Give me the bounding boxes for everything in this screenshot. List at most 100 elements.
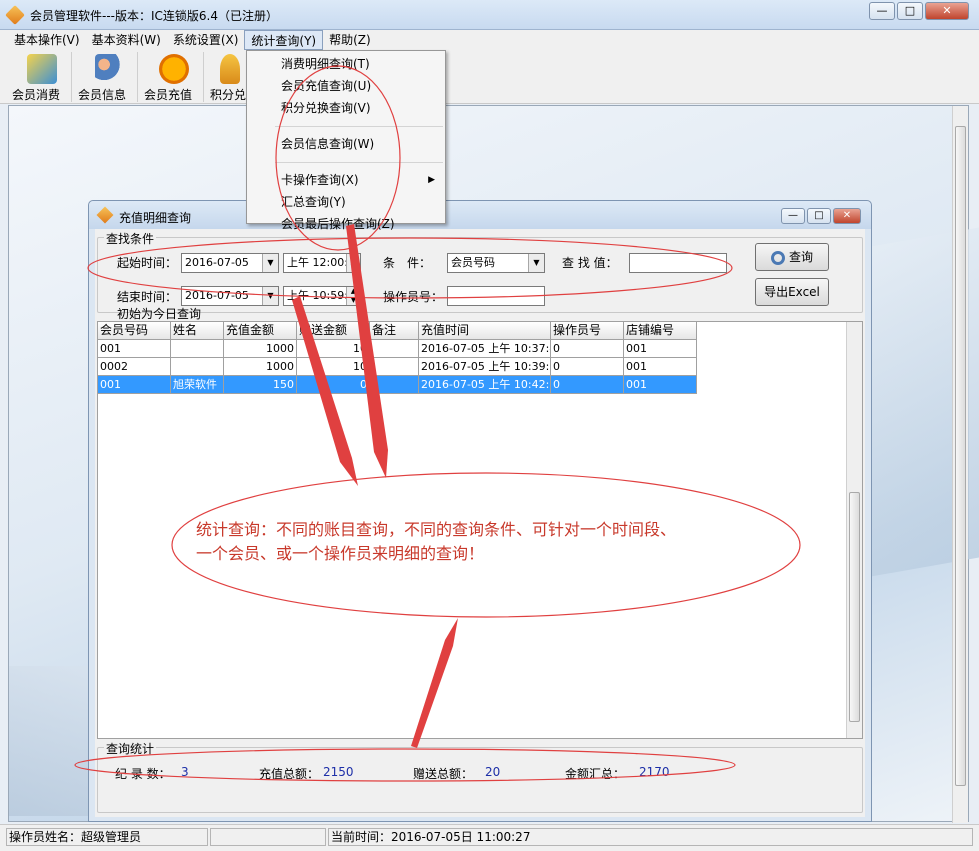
start-time-stepper[interactable]: 上午 12:00: ▲ ▼ (283, 253, 361, 273)
menu-item-consume-detail[interactable]: 消费明细查询(T) (247, 53, 445, 75)
cell (370, 358, 419, 376)
search-button[interactable]: 查询 (755, 243, 829, 271)
col-gift-amount[interactable]: 赠送金额 (297, 322, 370, 340)
cell: 150 (224, 376, 297, 394)
chevron-down-icon[interactable]: ▼ (262, 287, 278, 305)
maximize-button[interactable]: □ (897, 2, 923, 20)
operator-input[interactable] (447, 286, 545, 306)
menu-item-label: 卡操作查询(X) (281, 173, 359, 187)
menu-item-last-operation[interactable]: 会员最后操作查询(Z) (247, 213, 445, 235)
search-value-input[interactable] (629, 253, 727, 273)
toolbar: 会员消费 会员信息 会员充值 积分兑 (0, 50, 979, 104)
cell (171, 358, 224, 376)
search-value-label: 查 找 值： (562, 256, 618, 270)
spin-icon[interactable]: ▲ ▼ (346, 287, 360, 305)
cell: 001 (624, 358, 697, 376)
workspace-scrollbar[interactable] (952, 106, 968, 823)
menu-bar: 基本操作(V) 基本资料(W) 系统设置(X) 统计查询(Y) 帮助(Z) (0, 30, 979, 50)
cell: 1000 (224, 358, 297, 376)
col-shop-no[interactable]: 店铺编号 (624, 322, 697, 340)
col-recharge-time[interactable]: 充值时间 (419, 322, 551, 340)
amount-total-value: 2170 (639, 765, 670, 779)
statistics-dropdown-menu: 消费明细查询(T) 会员充值查询(U) 积分兑换查询(V) 会员信息查询(W) … (246, 50, 446, 231)
menu-item-card-ops-query[interactable]: 卡操作查询(X) ▶ (247, 169, 445, 191)
end-date-picker[interactable]: 2016-07-05 ▼ (181, 286, 279, 306)
chevron-down-icon[interactable]: ▼ (528, 254, 544, 272)
menu-basic-data[interactable]: 基本资料(W) (86, 30, 167, 50)
child-window-title: 充值明细查询 (119, 211, 192, 225)
app-icon (5, 5, 25, 25)
col-member-no[interactable]: 会员号码 (98, 322, 171, 340)
col-operator-no[interactable]: 操作员号 (551, 322, 624, 340)
annotation-text: 统计查询：不同的账目查询，不同的查询条件、可针对一个时间段、 一个会员、或一个操… (196, 518, 776, 566)
export-excel-button[interactable]: 导出Excel (755, 278, 829, 306)
end-time-stepper[interactable]: 上午 10:59: ▲ ▼ (283, 286, 361, 306)
col-recharge-amount[interactable]: 充值金额 (224, 322, 297, 340)
cell: 10 (297, 358, 370, 376)
child-close-button[interactable]: ✕ (833, 208, 861, 224)
toolbar-member-consume-button[interactable]: 会员消费 (12, 52, 72, 102)
cell (370, 340, 419, 358)
member-card-icon (26, 54, 57, 84)
menu-statistics[interactable]: 统计查询(Y) (244, 30, 324, 50)
annotation-line-1: 统计查询：不同的账目查询，不同的查询条件、可针对一个时间段、 (196, 520, 677, 539)
toolbar-points-button[interactable]: 积分兑 (210, 52, 250, 102)
cell: 0 (551, 340, 624, 358)
end-time-label: 结束时间： (117, 290, 178, 304)
amount-total-label: 金额汇总： (565, 767, 626, 781)
menu-item-recharge-query[interactable]: 会员充值查询(U) (247, 75, 445, 97)
cell: 0 (297, 376, 370, 394)
child-minimize-button[interactable]: — (781, 208, 805, 224)
minimize-button[interactable]: — (869, 2, 895, 20)
close-button[interactable]: ✕ (925, 2, 969, 20)
gift-icon (219, 54, 240, 84)
recharge-total-value: 2150 (323, 765, 354, 779)
child-title-bar: 充值明细查询 — □ ✕ (89, 201, 871, 229)
cell: 0002 (98, 358, 171, 376)
coin-icon (158, 54, 189, 84)
status-operator: 操作员姓名：超级管理员 (6, 828, 208, 846)
group-title: 查询统计 (104, 740, 157, 757)
default-query-note: 初始为今日查询 (117, 307, 202, 321)
menu-item-points-exchange[interactable]: 积分兑换查询(V) (247, 97, 445, 119)
spin-icon[interactable]: ▲ ▼ (346, 254, 360, 272)
annotation-line-2: 一个会员、或一个操作员来明细的查询！ (196, 544, 485, 563)
menu-basic-ops[interactable]: 基本操作(V) (8, 30, 86, 50)
toolbar-label: 会员充值 (144, 88, 193, 102)
menu-settings[interactable]: 系统设置(X) (167, 30, 245, 50)
cell: 001 (624, 340, 697, 358)
table-scrollbar[interactable] (846, 322, 862, 738)
start-time-label: 起始时间： (117, 256, 178, 270)
condition-select[interactable]: 会员号码 ▼ (447, 253, 545, 273)
toolbar-member-info-button[interactable]: 会员信息 (78, 52, 138, 102)
col-remark[interactable]: 备注 (370, 322, 419, 340)
recharge-total-label: 充值总额： (259, 767, 320, 781)
condition-label: 条 件： (383, 256, 432, 270)
search-icon (770, 250, 785, 265)
table-header: 会员号码 姓名 充值金额 赠送金额 备注 充值时间 操作员号 店铺编号 (98, 322, 697, 340)
start-date-value: 2016-07-05 (185, 256, 249, 269)
recharge-detail-window: 充值明细查询 — □ ✕ 查找条件 起始时间： 2016-07-05 ▼ 上午 … (88, 200, 872, 822)
menu-separator (275, 155, 443, 163)
child-maximize-button[interactable]: □ (807, 208, 831, 224)
table-row[interactable]: 0002 1000 10 2016-07-05 上午 10:39:03 0 00… (98, 358, 697, 376)
toolbar-member-recharge-button[interactable]: 会员充值 (144, 52, 204, 102)
menu-help[interactable]: 帮助(Z) (323, 30, 377, 50)
cell: 2016-07-05 上午 10:42:34 (419, 376, 551, 394)
cell: 2016-07-05 上午 10:39:03 (419, 358, 551, 376)
start-date-picker[interactable]: 2016-07-05 ▼ (181, 253, 279, 273)
cell (370, 376, 419, 394)
table-row-selected[interactable]: 001 旭荣软件 150 0 2016-07-05 上午 10:42:34 0 … (98, 376, 697, 394)
window-icon (96, 206, 114, 224)
col-name[interactable]: 姓名 (171, 322, 224, 340)
submenu-arrow-icon: ▶ (428, 175, 435, 185)
scroll-thumb[interactable] (955, 126, 966, 786)
menu-item-summary-query[interactable]: 汇总查询(Y) (247, 191, 445, 213)
query-stats: 查询统计 纪 录 数： 3 充值总额： 2150 赠送总额： 20 金额汇总： … (97, 740, 863, 815)
scroll-thumb[interactable] (849, 492, 860, 722)
table-row[interactable]: 001 1000 10 2016-07-05 上午 10:37:45 0 001 (98, 340, 697, 358)
start-time-value: 上午 12:00: (287, 256, 348, 269)
menu-item-member-info-query[interactable]: 会员信息查询(W) (247, 133, 445, 155)
toolbar-label: 会员信息 (78, 88, 127, 102)
chevron-down-icon[interactable]: ▼ (262, 254, 278, 272)
